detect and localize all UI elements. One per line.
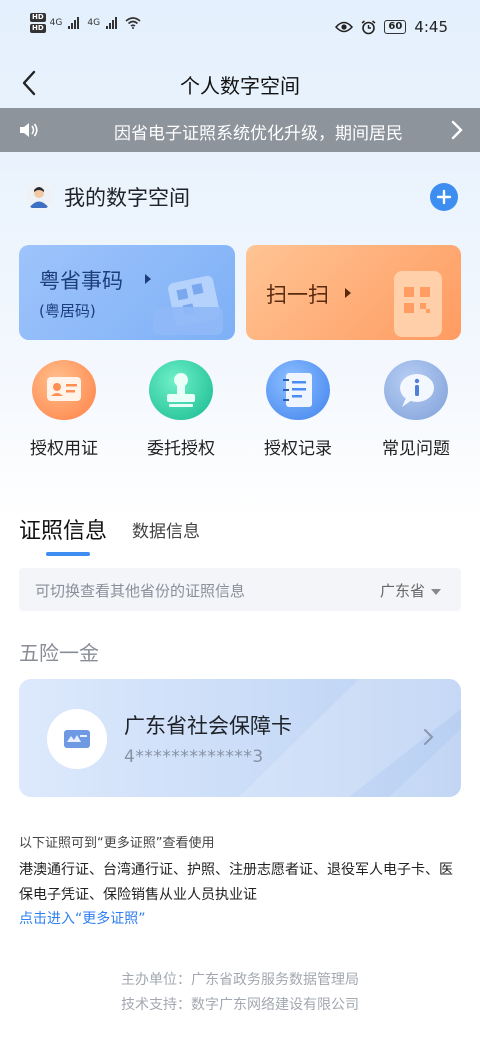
province-hint: 可切换查看其他省份的证照信息 [35, 582, 246, 600]
user-avatar-icon [25, 182, 53, 210]
add-button[interactable] [430, 183, 458, 211]
my-space-title: 我的数字空间 [64, 186, 190, 210]
navigation-bar: 个人数字空间 [0, 58, 480, 108]
section-title: 五险一金 [19, 641, 99, 665]
hd-indicator: HD HD [30, 13, 46, 33]
plus-icon [436, 189, 452, 205]
alarm-icon [361, 19, 376, 34]
speaker-icon [20, 123, 38, 137]
signal-icon [106, 17, 118, 29]
arrow-right-icon [345, 288, 351, 298]
id-card-icon [32, 360, 96, 420]
shortcut-authorize-use[interactable]: 授权用证 [14, 360, 114, 459]
hd-badge: HD [30, 24, 46, 33]
more-certificates-note: 以下证照可到“更多证照”查看使用 [19, 836, 215, 851]
phone-qr-icon [394, 271, 442, 337]
hd-badge: HD [30, 13, 46, 22]
battery-icon: 60 [384, 20, 407, 34]
shortcut-faq[interactable]: 常见问题 [366, 360, 466, 459]
chevron-right-icon [451, 120, 463, 140]
network-label: 4G [49, 18, 63, 28]
scan-card[interactable]: 扫一扫 [246, 245, 461, 340]
shortcut-delegate[interactable]: 委托授权 [131, 360, 231, 459]
page-title: 个人数字空间 [180, 74, 300, 98]
tab-indicator [46, 552, 90, 556]
chevron-right-icon [424, 729, 434, 745]
stamp-icon [149, 360, 213, 420]
my-space-header: 我的数字空间 [22, 180, 458, 214]
network-label: 4G [87, 18, 101, 28]
shortcut-label: 授权记录 [264, 439, 332, 459]
tab-certificates[interactable]: 证照信息 [19, 513, 107, 545]
info-bubble-icon [384, 360, 448, 420]
shortcut-label: 常见问题 [382, 439, 450, 459]
notice-text: 因省电子证照系统优化升级，期间居民 [114, 124, 403, 144]
footer-organizer: 主办单位：广东省政务服务数据管理局 [121, 972, 359, 988]
province-selected: 广东省 [379, 582, 425, 600]
scan-title: 扫一扫 [266, 283, 329, 307]
social-card-number: 4*************3 [124, 747, 264, 767]
signal-icon [68, 17, 80, 29]
card-logo-icon [64, 730, 90, 748]
eye-icon [335, 21, 354, 33]
notice-banner[interactable]: 因省电子证照系统优化升级，期间居民 [0, 108, 480, 152]
shortcut-records[interactable]: 授权记录 [248, 360, 348, 459]
notebook-icon [266, 360, 330, 420]
clock-time: 4:45 [414, 18, 448, 36]
qr-wallet-icon [153, 275, 223, 335]
status-bar: HD HD 4G 4G 60 4:45 [0, 0, 480, 58]
more-certificates-link[interactable]: 点击进入“更多证照” [19, 908, 146, 928]
more-certificates-list: 港澳通行证、台湾通行证、护照、注册志愿者证、退役军人电子卡、医保电子凭证、保险销… [19, 862, 453, 903]
avatar[interactable] [25, 182, 53, 210]
province-dropdown[interactable]: 广东省 [380, 580, 441, 601]
social-security-card[interactable]: 广东省社会保障卡 4*************3 [19, 679, 461, 797]
footer-support: 技术支持：数字广东网络建设有限公司 [121, 997, 359, 1013]
shortcut-label: 授权用证 [30, 439, 98, 459]
wifi-icon [125, 17, 141, 29]
province-switch-bar: 可切换查看其他省份的证照信息 广东省 [19, 568, 461, 611]
shortcut-grid: 授权用证 委托授权 授权记录 常见问题 [0, 360, 480, 460]
yue-code-card[interactable]: 粤省事码 (粤居码) [19, 245, 235, 340]
yue-code-subtitle: (粤居码) [39, 302, 96, 320]
social-card-name: 广东省社会保障卡 [124, 714, 292, 738]
dropdown-caret-icon [431, 588, 441, 595]
yue-code-title: 粤省事码 [39, 269, 123, 293]
tab-data-info[interactable]: 数据信息 [132, 517, 200, 542]
social-card-logo [47, 709, 107, 769]
shortcut-label: 委托授权 [147, 439, 215, 459]
